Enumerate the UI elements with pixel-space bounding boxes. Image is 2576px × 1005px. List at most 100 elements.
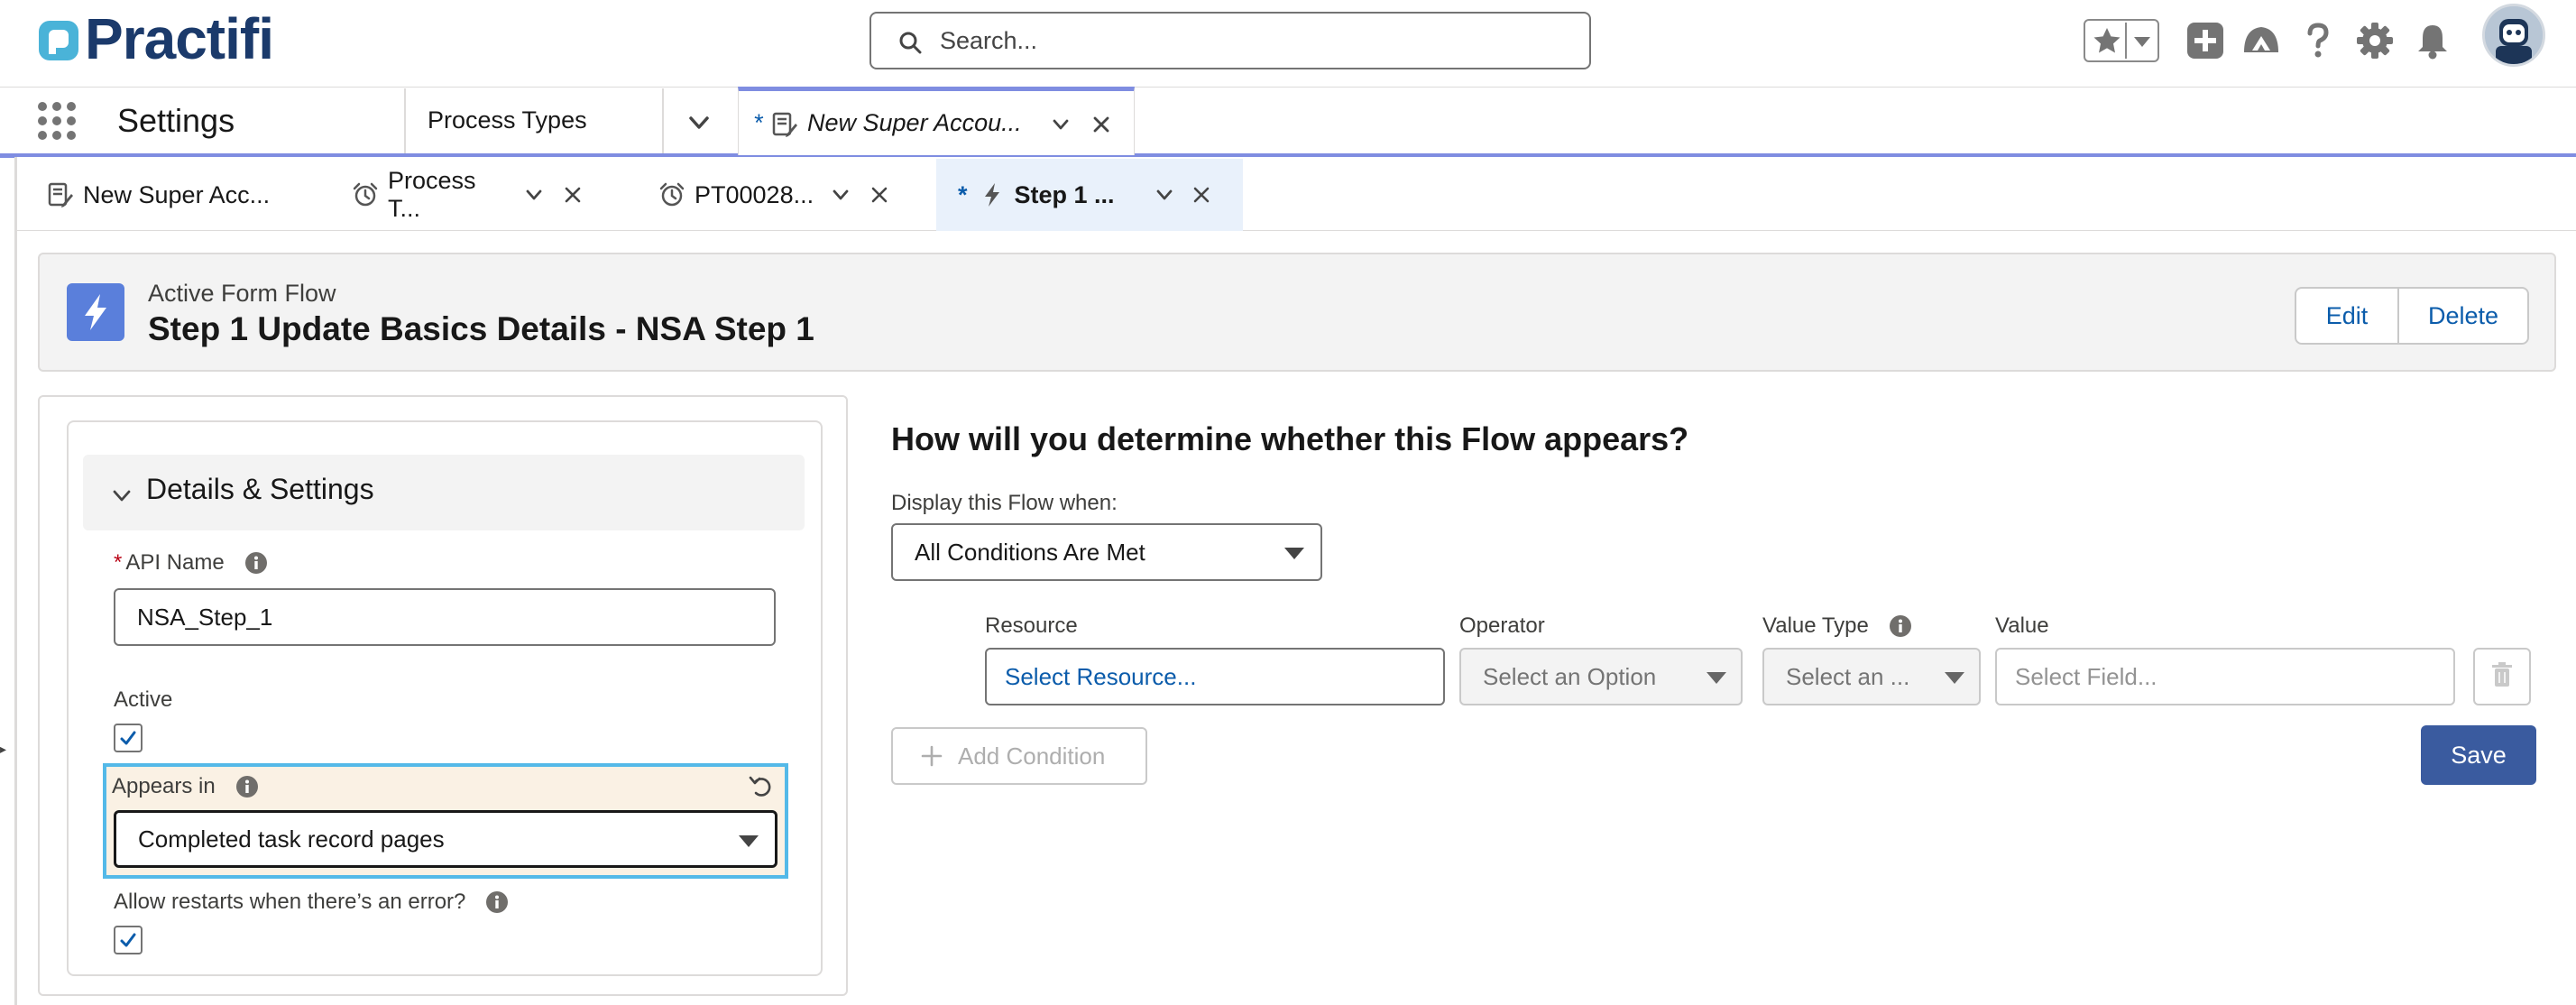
close-icon[interactable] bbox=[1090, 114, 1112, 135]
delete-condition-button[interactable] bbox=[2473, 648, 2531, 705]
subtab-label: PT00028... bbox=[695, 180, 814, 208]
subtab-label: Step 1 ... bbox=[1014, 180, 1115, 208]
edit-button[interactable]: Edit bbox=[2296, 289, 2399, 343]
appears-in-field-group: Appears in Completed task record pages bbox=[103, 763, 788, 879]
chevron-down-icon[interactable] bbox=[1049, 113, 1072, 136]
close-icon[interactable] bbox=[1191, 185, 1211, 205]
flow-record-icon bbox=[67, 283, 124, 341]
trash-icon bbox=[2492, 662, 2512, 687]
info-icon[interactable] bbox=[244, 551, 268, 575]
active-checkbox[interactable] bbox=[114, 724, 143, 752]
dropdown-arrow-icon bbox=[1707, 672, 1726, 684]
save-button[interactable]: Save bbox=[2421, 725, 2536, 785]
display-condition-label: Display this Flow when: bbox=[891, 491, 1118, 515]
add-icon bbox=[921, 745, 943, 767]
alarm-clock-icon bbox=[353, 182, 378, 207]
nav-item-process-types[interactable]: Process Types bbox=[428, 106, 587, 134]
api-name-field[interactable]: NSA_Step_1 bbox=[114, 588, 776, 646]
subtab-process-types[interactable]: Process T... bbox=[346, 159, 617, 231]
chevron-down-icon bbox=[2134, 37, 2150, 47]
info-icon[interactable] bbox=[485, 890, 509, 914]
help-icon bbox=[2307, 23, 2329, 58]
dropdown-arrow-icon bbox=[739, 835, 759, 847]
subtab-step-1[interactable]: * Step 1 ... bbox=[936, 159, 1243, 231]
help-button[interactable] bbox=[2297, 20, 2339, 61]
chevron-down-icon[interactable] bbox=[523, 184, 545, 206]
resource-input[interactable]: Select Resource... bbox=[985, 648, 1445, 705]
unsaved-indicator: * bbox=[958, 180, 968, 208]
value-column-label: Value bbox=[1995, 613, 2049, 638]
value-input[interactable]: Select Field... bbox=[1995, 648, 2455, 705]
checkmark-icon bbox=[120, 933, 136, 947]
undo-icon[interactable] bbox=[747, 772, 774, 799]
page-title: Step 1 Update Basics Details - NSA Step … bbox=[148, 310, 814, 347]
subtab-pt00028[interactable]: PT00028... bbox=[653, 159, 924, 231]
search-icon bbox=[899, 32, 922, 54]
appears-in-label: Appears in bbox=[112, 774, 259, 799]
chevron-down-icon[interactable] bbox=[830, 184, 851, 206]
practifi-logo: Practifi bbox=[85, 6, 274, 71]
subtab-label: New Super Acc... bbox=[83, 180, 271, 208]
star-icon bbox=[2093, 28, 2121, 53]
practifi-logo-mark bbox=[36, 18, 81, 63]
favorites-button-group[interactable] bbox=[2084, 19, 2159, 62]
allow-restarts-label-text: Allow restarts when there’s an error? bbox=[114, 890, 466, 914]
setup-button[interactable] bbox=[2354, 20, 2396, 61]
info-icon[interactable] bbox=[235, 775, 259, 798]
details-section-toggle[interactable]: Details & Settings bbox=[83, 455, 805, 530]
trailhead-icon bbox=[2244, 27, 2278, 52]
appears-in-select[interactable]: Completed task record pages bbox=[114, 810, 777, 868]
details-card: Details & Settings * API Name NSA_Step_1… bbox=[67, 420, 823, 976]
value-type-select[interactable]: Select an ... bbox=[1762, 648, 1981, 705]
value-type-column-label: Value Type bbox=[1762, 613, 1912, 639]
delete-button[interactable]: Delete bbox=[2399, 289, 2527, 343]
alarm-clock-icon bbox=[659, 182, 685, 207]
appears-in-value: Completed task record pages bbox=[138, 825, 445, 853]
api-name-label: * API Name bbox=[114, 550, 268, 576]
trailhead-button[interactable] bbox=[2240, 20, 2282, 61]
chevron-down-icon bbox=[689, 116, 709, 129]
info-icon[interactable] bbox=[1889, 614, 1912, 638]
nav-item-menu-button[interactable] bbox=[667, 99, 731, 148]
operator-placeholder: Select an Option bbox=[1483, 663, 1657, 690]
add-condition-button[interactable]: Add Condition bbox=[891, 727, 1147, 785]
favorites-button[interactable] bbox=[2087, 23, 2127, 59]
subtab-new-super-account[interactable]: New Super Acc... bbox=[34, 159, 341, 231]
workspace-tab-new-super-account[interactable]: * New Super Accou... bbox=[738, 87, 1135, 155]
subtab-label: Process T... bbox=[388, 167, 476, 222]
app-launcher-button[interactable] bbox=[36, 100, 78, 142]
nav-divider bbox=[404, 88, 406, 153]
dropdown-arrow-icon bbox=[1284, 548, 1304, 559]
add-condition-label: Add Condition bbox=[958, 742, 1106, 770]
global-actions-button[interactable] bbox=[2185, 20, 2226, 61]
app-launcher-icon bbox=[38, 102, 76, 140]
expand-arrow-icon[interactable]: ▸ bbox=[0, 742, 6, 757]
checkmark-icon bbox=[120, 731, 136, 745]
record-type-label: Active Form Flow bbox=[148, 280, 336, 307]
add-icon bbox=[2187, 23, 2223, 59]
record-header: Active Form Flow Step 1 Update Basics De… bbox=[38, 253, 2556, 372]
value-type-label-text: Value Type bbox=[1762, 613, 1869, 638]
flow-icon bbox=[85, 294, 106, 330]
flow-icon bbox=[984, 183, 999, 207]
condition-logic-select[interactable]: All Conditions Are Met bbox=[891, 523, 1322, 581]
allow-restarts-label: Allow restarts when there’s an error? bbox=[114, 890, 509, 915]
user-avatar[interactable] bbox=[2482, 4, 2545, 67]
favorites-menu-button[interactable] bbox=[2127, 23, 2157, 59]
workspace-tab-label: New Super Accou... bbox=[807, 109, 1022, 136]
record-actions: Edit Delete bbox=[2295, 287, 2529, 345]
details-panel: Details & Settings * API Name NSA_Step_1… bbox=[38, 395, 848, 996]
notifications-button[interactable] bbox=[2412, 20, 2453, 61]
operator-select[interactable]: Select an Option bbox=[1459, 648, 1743, 705]
close-icon[interactable] bbox=[563, 185, 583, 205]
global-search[interactable] bbox=[869, 12, 1591, 69]
allow-restarts-checkbox[interactable] bbox=[114, 926, 143, 954]
notifications-icon bbox=[2418, 25, 2447, 60]
resource-column-label: Resource bbox=[985, 613, 1078, 638]
close-icon[interactable] bbox=[869, 185, 889, 205]
search-input[interactable] bbox=[938, 14, 1569, 68]
app-navigation-bar bbox=[0, 87, 2576, 157]
chevron-down-icon[interactable] bbox=[1154, 184, 1175, 206]
operator-column-label: Operator bbox=[1459, 613, 1545, 638]
chevron-down-icon bbox=[113, 490, 131, 502]
